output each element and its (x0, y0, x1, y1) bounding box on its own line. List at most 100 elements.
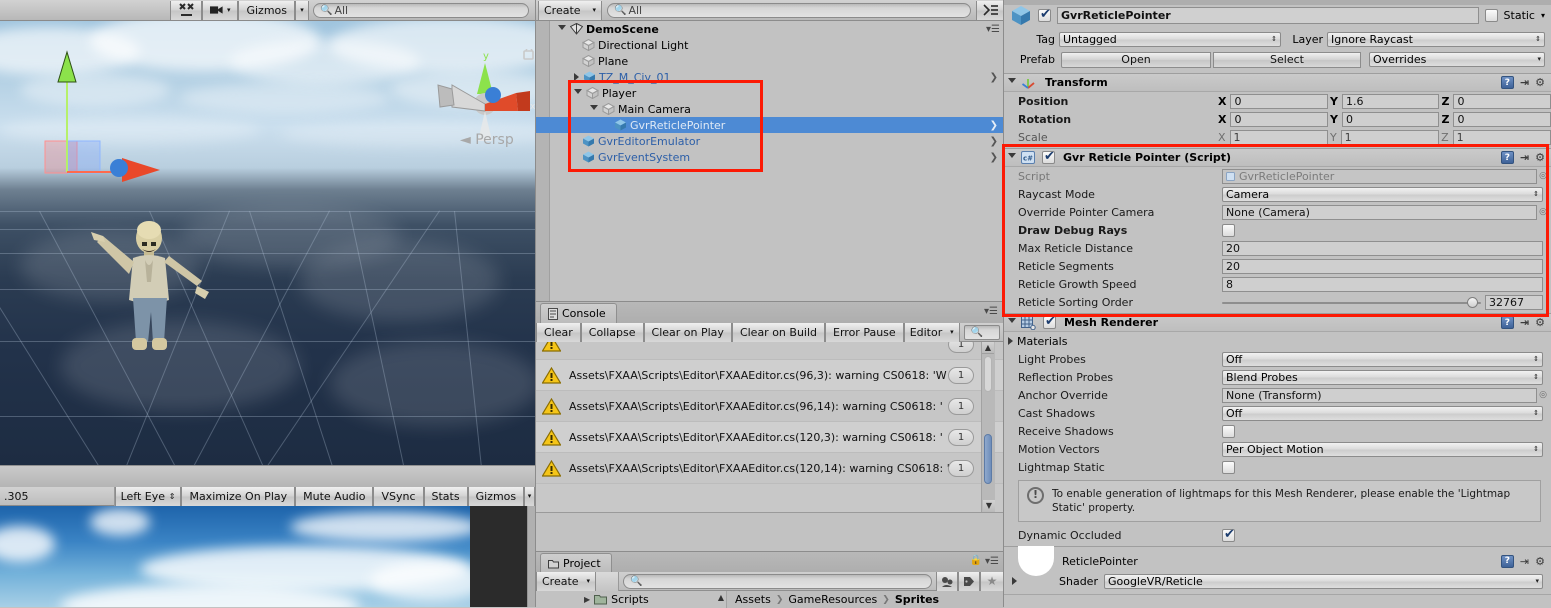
component-header-mesh-renderer[interactable]: Mesh Renderer ? ⇥ ⚙ (1004, 313, 1551, 332)
tag-dropdown[interactable]: Untagged ⇕ (1059, 31, 1281, 47)
hierarchy-row-player[interactable]: Player (536, 85, 1004, 101)
checkbox-draw-debug-rays[interactable] (1222, 223, 1235, 237)
object-name-field[interactable]: GvrReticlePointer (1057, 6, 1479, 24)
breadcrumb-item-1[interactable]: GameResources (788, 593, 877, 606)
hierarchy-tree[interactable]: ▾☰ DemoScene Directional Light Plane TZ_M_C… (536, 21, 1004, 301)
project-search-input[interactable]: 🔍 (623, 573, 932, 589)
object-picker-icon[interactable]: ◎ (1539, 171, 1547, 181)
gear-icon[interactable]: ⚙ (1535, 555, 1545, 568)
console-log-row[interactable]: Assets\FXAA\Scripts\Editor\FXAAEditor.cs… (536, 360, 1004, 391)
mute-audio-button[interactable]: Mute Audio (295, 486, 374, 506)
gizmos-button[interactable]: Gizmos (238, 0, 295, 20)
console-log-list[interactable]: 1 Assets\FXAA\Scripts\Editor\FXAAEditor.c… (536, 342, 1004, 512)
dropdown-cast-shadows[interactable]: Off ⇕ (1222, 405, 1543, 421)
text-field-max-reticle-distance[interactable]: 20 (1222, 240, 1543, 256)
foldout-icon[interactable] (1008, 153, 1016, 162)
text-field-reticle-segments[interactable]: 20 (1222, 258, 1543, 274)
game-gizmos-dropdown-arrow[interactable]: ▾ (524, 486, 535, 506)
dropdown-light-probes[interactable]: Off ⇕ (1222, 351, 1543, 367)
foldout-icon[interactable] (1012, 577, 1017, 586)
object-field-anchor-override[interactable]: None (Transform) (1222, 387, 1537, 403)
component-header-transform[interactable]: Transform ? ⇥ ⚙ (1004, 73, 1551, 92)
tab-project[interactable]: Project (540, 553, 612, 573)
transform-position-y-field[interactable]: 1.6 (1341, 93, 1440, 109)
dynamic-occluded-checkbox[interactable] (1222, 527, 1236, 542)
game-view-scrollbar[interactable] (527, 506, 535, 607)
maximize-on-play-button[interactable]: Maximize On Play (181, 486, 296, 506)
hierarchy-create-button[interactable]: Create ▾ (538, 0, 602, 20)
foldout-icon[interactable] (1008, 78, 1016, 87)
script-object-field[interactable]: GvrReticlePointer (1222, 168, 1537, 184)
transform-scale-x-field[interactable]: 1 (1229, 129, 1328, 145)
preset-icon[interactable]: ⇥ (1520, 555, 1529, 568)
open-prefab-chevron-icon[interactable]: ❯ (990, 152, 998, 163)
dropdown-motion-vectors[interactable]: Per Object Motion ⇕ (1222, 441, 1543, 457)
project-tree-item[interactable]: Scripts (611, 593, 649, 606)
hierarchy-row-main-camera[interactable]: Main Camera (536, 101, 1004, 117)
gear-icon[interactable]: ⚙ (1535, 316, 1545, 329)
slider-knob[interactable] (1467, 296, 1478, 308)
transform-position-x-field[interactable]: 0 (1230, 93, 1328, 109)
object-active-checkbox[interactable] (1038, 7, 1052, 22)
prefab-select-button[interactable]: Select (1213, 51, 1361, 68)
object-picker-icon[interactable]: ◎ (1539, 207, 1547, 217)
console-log-row[interactable]: Assets\FXAA\Scripts\Editor\FXAAEditor.cs… (536, 422, 1004, 453)
tab-console[interactable]: Console (540, 303, 617, 323)
slider-value-reticle-sorting-order[interactable]: 32767 (1485, 294, 1543, 310)
prefab-open-button[interactable]: Open (1061, 51, 1211, 68)
breadcrumb-item-2[interactable]: Sprites (895, 593, 939, 606)
console-log-row[interactable]: Assets\FXAA\Scripts\Editor\FXAAEditor.cs… (536, 391, 1004, 422)
script-enabled-checkbox[interactable] (1042, 149, 1056, 164)
console-clear-on-build-button[interactable]: Clear on Build (731, 322, 826, 342)
eye-select-dropdown[interactable]: Left Eye ⇕ (114, 486, 182, 506)
aspect-ratio-display[interactable]: .305 (0, 486, 115, 506)
component-header-reticle-script[interactable]: c# Gvr Reticle Pointer (Script) ? ⇥ ⚙ (1004, 148, 1551, 167)
project-context-menu-icon[interactable]: ▾☰ (985, 556, 999, 567)
hierarchy-row-tz-m-civ-01[interactable]: TZ_M_Civ_01 ❯ (536, 69, 1004, 85)
console-context-menu-icon[interactable]: ▾☰ (984, 306, 998, 317)
dropdown-reflection-probes[interactable]: Blend Probes ⇕ (1222, 369, 1543, 385)
breadcrumb[interactable]: Assets ❯ GameResources ❯ Sprites (726, 591, 1004, 608)
filter-by-type-button[interactable] (936, 571, 958, 591)
help-icon[interactable]: ? (1500, 151, 1514, 164)
dropdown-raycast-mode[interactable]: Camera ⇕ (1222, 186, 1543, 202)
help-icon[interactable]: ? (1500, 316, 1514, 329)
open-prefab-chevron-icon[interactable]: ❯ (990, 136, 998, 147)
console-search-input[interactable]: 🔍 (963, 324, 1000, 340)
slider-reticle-sorting-order[interactable] (1222, 296, 1481, 309)
translate-gizmo[interactable] (10, 46, 210, 206)
text-field-reticle-growth-speed[interactable]: 8 (1222, 276, 1543, 292)
prefab-overrides-dropdown[interactable]: Overrides ▾ (1369, 52, 1545, 67)
console-scrollbar[interactable]: ▲ ▼ (981, 342, 995, 512)
stats-button[interactable]: Stats (423, 486, 468, 506)
transform-position-z-field[interactable]: 0 (1453, 93, 1551, 109)
help-icon[interactable]: ? (1500, 554, 1514, 568)
chevron-right-icon[interactable]: ▶ (584, 595, 590, 604)
scene-viewport[interactable]: y x ◄ Persp (0, 21, 535, 465)
hierarchy-row-gvrreticlepointer[interactable]: GvrReticlePointer ❯ (536, 117, 1004, 133)
hierarchy-row-demoscene[interactable]: DemoScene (536, 21, 1004, 37)
mesh-renderer-enabled-checkbox[interactable] (1043, 314, 1057, 329)
scroll-up-icon[interactable]: ▲ (982, 342, 994, 354)
foldout-icon[interactable] (1008, 318, 1016, 327)
scene-search-input[interactable]: 🔍 All (313, 2, 529, 18)
foldout-icon[interactable] (590, 104, 598, 114)
foldout-icon[interactable] (558, 24, 566, 34)
project-create-button[interactable]: Create ▾ (536, 571, 596, 591)
filter-by-label-button[interactable] (958, 571, 980, 591)
game-viewport[interactable] (0, 506, 470, 607)
console-collapse-button[interactable]: Collapse (580, 322, 644, 342)
project-tree-scroll-up-icon[interactable]: ▲ (718, 593, 724, 602)
vsync-button[interactable]: VSync (373, 486, 424, 506)
transform-scale-y-field[interactable]: 1 (1340, 129, 1440, 145)
preset-icon[interactable]: ⇥ (1520, 316, 1529, 329)
gizmos-dropdown-arrow[interactable]: ▾ (295, 0, 309, 20)
game-gizmos-button[interactable]: Gizmos (467, 486, 525, 506)
scene-orientation-gizmo[interactable]: y x ◄ Persp (430, 49, 535, 149)
open-prefab-chevron-icon[interactable]: ❯ (990, 120, 998, 131)
preset-icon[interactable]: ⇥ (1520, 76, 1529, 89)
console-editor-dropdown[interactable]: Editor ▾ (903, 322, 960, 342)
foldout-icon[interactable] (574, 88, 582, 98)
object-field-override-pointer-camera[interactable]: None (Camera) (1222, 204, 1537, 220)
hierarchy-search-input[interactable]: 🔍 All (607, 2, 971, 18)
